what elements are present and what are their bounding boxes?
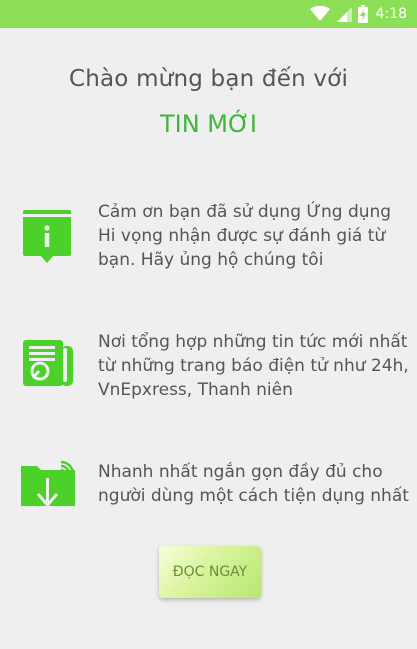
app-name-title: TIN MỚI <box>159 110 258 138</box>
read-now-button[interactable]: ĐỌC NGAY <box>159 546 261 598</box>
cellular-signal-icon <box>336 6 352 22</box>
feature-line: từ những trang báo điện tử như 24h, <box>98 356 409 376</box>
folder-download-icon <box>21 460 77 516</box>
feature-line: bạn. Hãy ủng hộ chúng tôi <box>98 250 324 270</box>
feature-line: người dùng một cách tiện dụng nhất <box>98 486 409 506</box>
info-book-icon <box>21 210 73 268</box>
newspaper-icon <box>21 338 75 394</box>
feature-text-thanks: Cảm ơn bạn đã sử dụng Ứng dụng Hi vọng n… <box>98 200 408 272</box>
feature-text-news: Nơi tổng hợp những tin tức mới nhất từ n… <box>98 330 409 402</box>
feature-line: Hi vọng nhận được sự đánh giá từ <box>98 226 386 246</box>
feature-line: Cảm ơn bạn đã sử dụng Ứng dụng <box>98 202 392 222</box>
status-bar: 4:18 <box>0 0 417 28</box>
feature-line: Nhanh nhất ngắn gọn đầy đủ cho <box>98 462 383 482</box>
feature-line: Nơi tổng hợp những tin tức mới nhất <box>98 332 408 352</box>
status-icons: 4:18 <box>309 4 407 24</box>
feature-text-fast: Nhanh nhất ngắn gọn đầy đủ cho người dùn… <box>98 460 409 508</box>
welcome-heading: Chào mừng bạn đến với <box>68 66 349 92</box>
feature-line: VnEpxress, Thanh niên <box>98 380 293 400</box>
wifi-icon <box>309 6 330 22</box>
battery-charging-icon <box>357 5 368 23</box>
status-time: 4:18 <box>375 6 407 22</box>
